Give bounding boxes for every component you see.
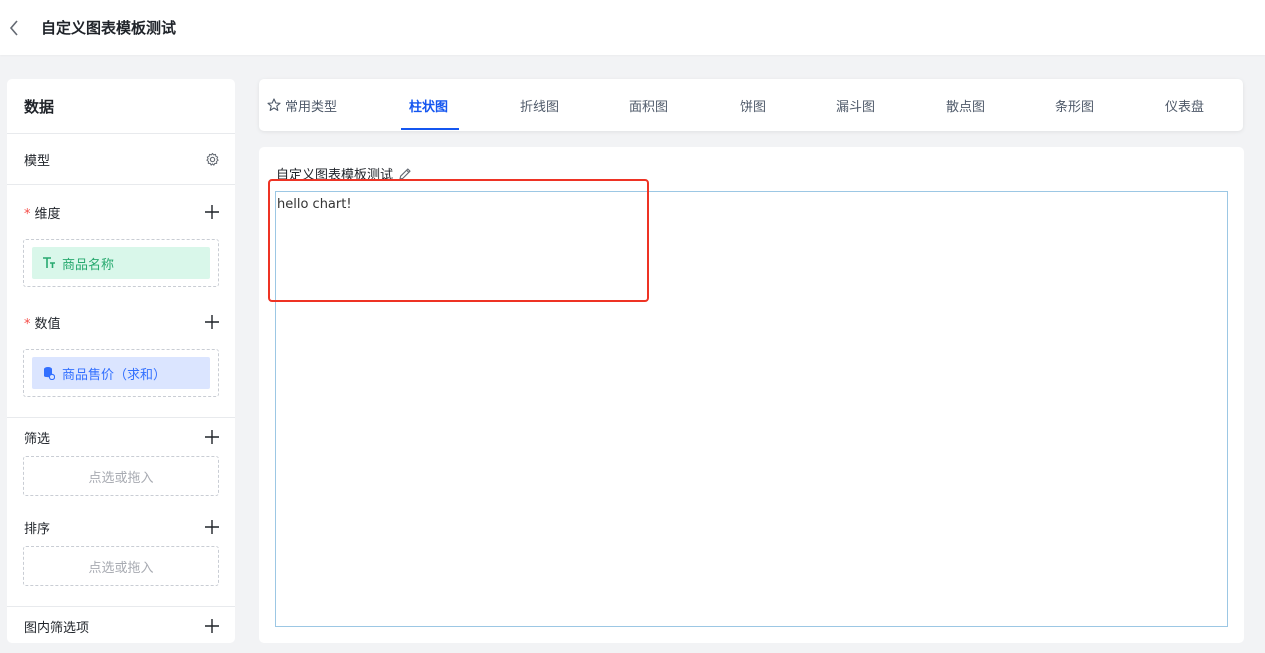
tab-common-types[interactable]: 常用类型 bbox=[267, 79, 337, 131]
active-tab-indicator bbox=[401, 128, 459, 130]
chart-type-tabs: 常用类型 柱状图 折线图 面积图 饼图 漏斗图 散点图 条形图 仪表盘 bbox=[259, 79, 1243, 131]
add-filter-icon[interactable] bbox=[204, 429, 220, 445]
inner-filter-row: 图内筛选项 bbox=[7, 607, 235, 643]
star-icon bbox=[267, 98, 281, 112]
measure-label: * 数值 bbox=[24, 313, 61, 332]
dimension-label: * 维度 bbox=[24, 203, 61, 222]
edit-icon[interactable] bbox=[398, 167, 412, 181]
chart-title: 自定义图表模板测试 bbox=[276, 164, 412, 183]
chart-canvas-card: 自定义图表模板测试 hello chart! bbox=[259, 147, 1244, 643]
measure-chip[interactable]: 商品售价（求和） bbox=[32, 357, 210, 389]
filter-drop-zone[interactable]: 点选或拖入 bbox=[23, 456, 219, 496]
dimension-chip-label: 商品名称 bbox=[62, 257, 115, 273]
tab-pie-chart[interactable]: 饼图 bbox=[740, 79, 766, 131]
back-icon[interactable] bbox=[9, 18, 25, 38]
add-sort-icon[interactable] bbox=[204, 519, 220, 535]
tab-common-types-label: 常用类型 bbox=[285, 99, 338, 115]
tab-bar-chart[interactable]: 柱状图 bbox=[409, 79, 448, 131]
tab-scatter-chart[interactable]: 散点图 bbox=[946, 79, 985, 131]
sort-label: 排序 bbox=[24, 521, 51, 537]
add-inner-filter-icon[interactable] bbox=[204, 618, 220, 634]
data-panel: 数据 模型 * 维度 商品名称 * 数值 商品售价（求和） 筛选 点选或拖入 排… bbox=[7, 79, 235, 643]
tab-area-chart[interactable]: 面积图 bbox=[629, 79, 668, 131]
measure-row: * 数值 bbox=[7, 287, 235, 349]
data-panel-title: 数据 bbox=[7, 79, 235, 134]
chart-title-text[interactable]: 自定义图表模板测试 bbox=[276, 164, 393, 183]
dimension-chip[interactable]: 商品名称 bbox=[32, 247, 210, 279]
model-row: 模型 bbox=[7, 134, 235, 185]
top-bar: 自定义图表模板测试 bbox=[0, 0, 1265, 55]
measure-chip-label: 商品售价（求和） bbox=[62, 367, 167, 383]
inner-filter-label: 图内筛选项 bbox=[24, 620, 90, 636]
tab-funnel-chart[interactable]: 漏斗图 bbox=[836, 79, 875, 131]
model-label: 模型 bbox=[24, 153, 51, 169]
sort-drop-zone[interactable]: 点选或拖入 bbox=[23, 546, 219, 586]
gear-icon[interactable] bbox=[205, 152, 220, 167]
filter-label: 筛选 bbox=[24, 431, 51, 447]
page-title: 自定义图表模板测试 bbox=[41, 19, 177, 37]
text-field-icon bbox=[42, 256, 56, 270]
add-dimension-icon[interactable] bbox=[204, 204, 220, 220]
tab-horizontal-bar-chart[interactable]: 条形图 bbox=[1055, 79, 1094, 131]
add-measure-icon[interactable] bbox=[204, 314, 220, 330]
number-field-icon bbox=[42, 366, 56, 380]
dimension-row: * 维度 bbox=[7, 185, 235, 239]
required-mark: * bbox=[24, 316, 31, 332]
chart-render-area[interactable]: hello chart! bbox=[275, 191, 1228, 627]
dimension-drop-zone[interactable]: 商品名称 bbox=[23, 239, 219, 287]
measure-drop-zone[interactable]: 商品售价（求和） bbox=[23, 349, 219, 397]
chart-content-text: hello chart! bbox=[277, 197, 352, 212]
measure-label-text: 数值 bbox=[34, 316, 61, 332]
tab-line-chart[interactable]: 折线图 bbox=[520, 79, 559, 131]
sort-row: 排序 bbox=[7, 496, 235, 546]
required-mark: * bbox=[24, 206, 31, 222]
filter-row: 筛选 bbox=[7, 418, 235, 456]
tab-gauge-chart[interactable]: 仪表盘 bbox=[1165, 79, 1204, 131]
dimension-label-text: 维度 bbox=[34, 206, 61, 222]
